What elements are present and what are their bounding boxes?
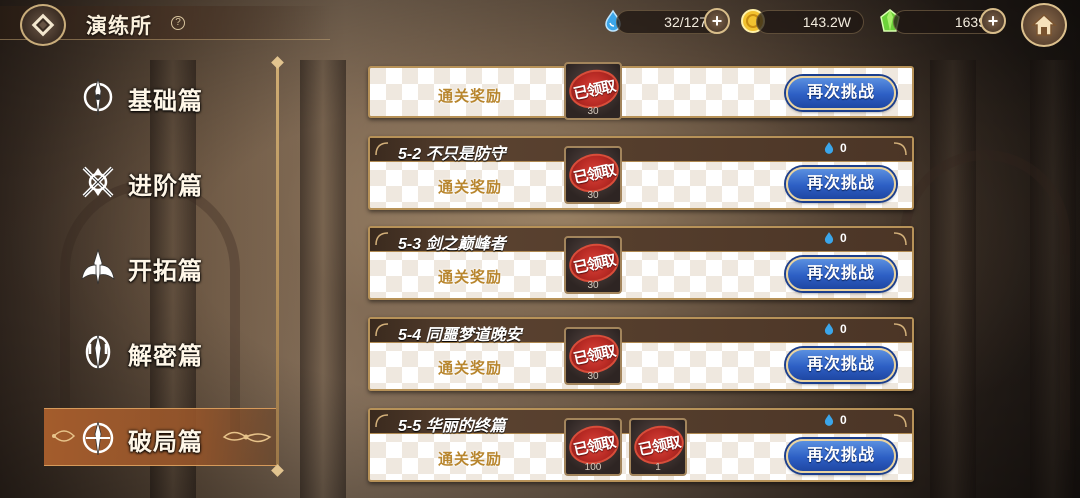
- trident-emblem-icon: [78, 332, 118, 372]
- sidebar-item-advanced[interactable]: 进阶篇: [44, 153, 276, 211]
- reward-count: 30: [587, 106, 599, 117]
- reward-count: 30: [587, 280, 599, 291]
- reward-label: 通关奖励: [438, 88, 503, 105]
- sword-emblem-icon: [78, 77, 118, 117]
- winged-emblem-icon: [78, 247, 118, 287]
- rechallenge-button[interactable]: 再次挑战: [786, 257, 896, 291]
- reward-count: 1: [655, 462, 661, 473]
- stage-card: 5-4 同噩梦道晚安 0 通关奖励 已领取 30 再次挑战: [368, 317, 914, 391]
- divider-tip: [271, 464, 284, 477]
- corner-ornament-icon: [893, 323, 907, 337]
- reward-count: 30: [587, 190, 599, 201]
- background-arch: [900, 150, 1070, 450]
- stage-card: 5-5 华丽的终篇 0 通关奖励 已领取 100 已领取 1 再次挑战: [368, 408, 914, 482]
- reward-item-slot[interactable]: 已领取 30: [564, 146, 623, 204]
- water-drop-icon: [824, 232, 834, 244]
- corner-ornament-icon: [375, 142, 389, 156]
- background-arch: [60, 180, 240, 440]
- back-button[interactable]: [20, 4, 66, 46]
- water-drop-icon: [824, 142, 834, 154]
- sidebar-item-basic[interactable]: 基础篇: [44, 68, 276, 126]
- corner-ornament-icon: [893, 414, 907, 428]
- corner-ornament-icon: [893, 142, 907, 156]
- reward-label: 通关奖励: [438, 451, 503, 468]
- shield-emblem-icon: [78, 418, 118, 458]
- reward-count: 100: [584, 462, 602, 473]
- corner-ornament-icon: [375, 414, 389, 428]
- reward-label: 通关奖励: [438, 269, 503, 286]
- reward-count: 30: [587, 371, 599, 382]
- drop-info: 0: [822, 231, 847, 245]
- drop-info: 0: [822, 322, 847, 336]
- sidebar-item-label: 解密篇: [128, 343, 203, 370]
- ornament-icon: [222, 431, 272, 443]
- sidebar-item-label: 开拓篇: [128, 258, 203, 285]
- background-column: [300, 60, 346, 498]
- stage-title: 5-2 不只是防守: [398, 146, 506, 163]
- corner-ornament-icon: [375, 232, 389, 246]
- ornament-icon: [52, 430, 76, 442]
- rechallenge-button[interactable]: 再次挑战: [786, 167, 896, 201]
- gold-counter: 143.2W: [756, 10, 864, 34]
- drop-info: 0: [822, 141, 847, 155]
- reward-label: 通关奖励: [438, 360, 503, 377]
- sidebar-item-pioneer[interactable]: 开拓篇: [44, 238, 276, 296]
- stage-header: 5-2 不只是防守 0: [370, 138, 912, 163]
- stage-card: 5-2 不只是防守 0 通关奖励 已领取 30 再次挑战: [368, 136, 914, 210]
- stage-card: 5-3 剑之巅峰者 0 通关奖励 已领取 30 再次挑战: [368, 226, 914, 300]
- drop-count: 0: [840, 141, 847, 155]
- stage-title: 5-4 同噩梦道晚安: [398, 327, 522, 344]
- corner-ornament-icon: [375, 323, 389, 337]
- stage-header: 5-4 同噩梦道晚安 0: [370, 319, 912, 344]
- home-button[interactable]: [1021, 3, 1067, 47]
- reward-item-slot[interactable]: 已领取 30: [564, 62, 623, 120]
- sidebar-item-label: 基础篇: [128, 88, 203, 115]
- top-bar: 演练所 ? 32/127 + 143.2W 1639 +: [0, 0, 1080, 50]
- reward-item-slot[interactable]: 已领取 30: [564, 236, 623, 294]
- sidebar-divider: [276, 62, 279, 470]
- drop-count: 0: [840, 413, 847, 427]
- back-icon: [31, 13, 55, 37]
- reward-label: 通关奖励: [438, 179, 503, 196]
- reward-item-slot[interactable]: 已领取 100: [564, 418, 623, 476]
- add-gem-button[interactable]: +: [980, 8, 1006, 34]
- sidebar-item-decrypt[interactable]: 解密篇: [44, 323, 276, 381]
- help-icon[interactable]: ?: [171, 16, 185, 30]
- divider-tip: [271, 56, 284, 69]
- reward-item-slot[interactable]: 已领取 1: [629, 418, 688, 476]
- drop-info: 0: [822, 413, 847, 427]
- reward-item-slot[interactable]: 已领取 30: [564, 327, 623, 385]
- stage-title: 5-5 华丽的终篇: [398, 418, 506, 435]
- stage-title: 5-3 剑之巅峰者: [398, 236, 506, 253]
- rechallenge-button[interactable]: 再次挑战: [786, 76, 896, 110]
- crossed-swords-icon: [78, 162, 118, 202]
- corner-ornament-icon: [893, 232, 907, 246]
- drop-count: 0: [840, 231, 847, 245]
- rechallenge-button[interactable]: 再次挑战: [786, 348, 896, 382]
- water-drop-icon: [824, 323, 834, 335]
- home-icon: [1031, 13, 1057, 36]
- stage-header: 5-3 剑之巅峰者 0: [370, 228, 912, 253]
- rechallenge-button[interactable]: 再次挑战: [786, 439, 896, 473]
- sidebar-item-label: 进阶篇: [128, 173, 203, 200]
- sidebar-item-label: 破局篇: [128, 429, 203, 456]
- add-stamina-button[interactable]: +: [704, 8, 730, 34]
- stage-card: 通关奖励 已领取 30 再次挑战: [368, 62, 914, 120]
- water-drop-icon: [824, 414, 834, 426]
- drop-count: 0: [840, 322, 847, 336]
- page-title: 演练所: [86, 15, 152, 38]
